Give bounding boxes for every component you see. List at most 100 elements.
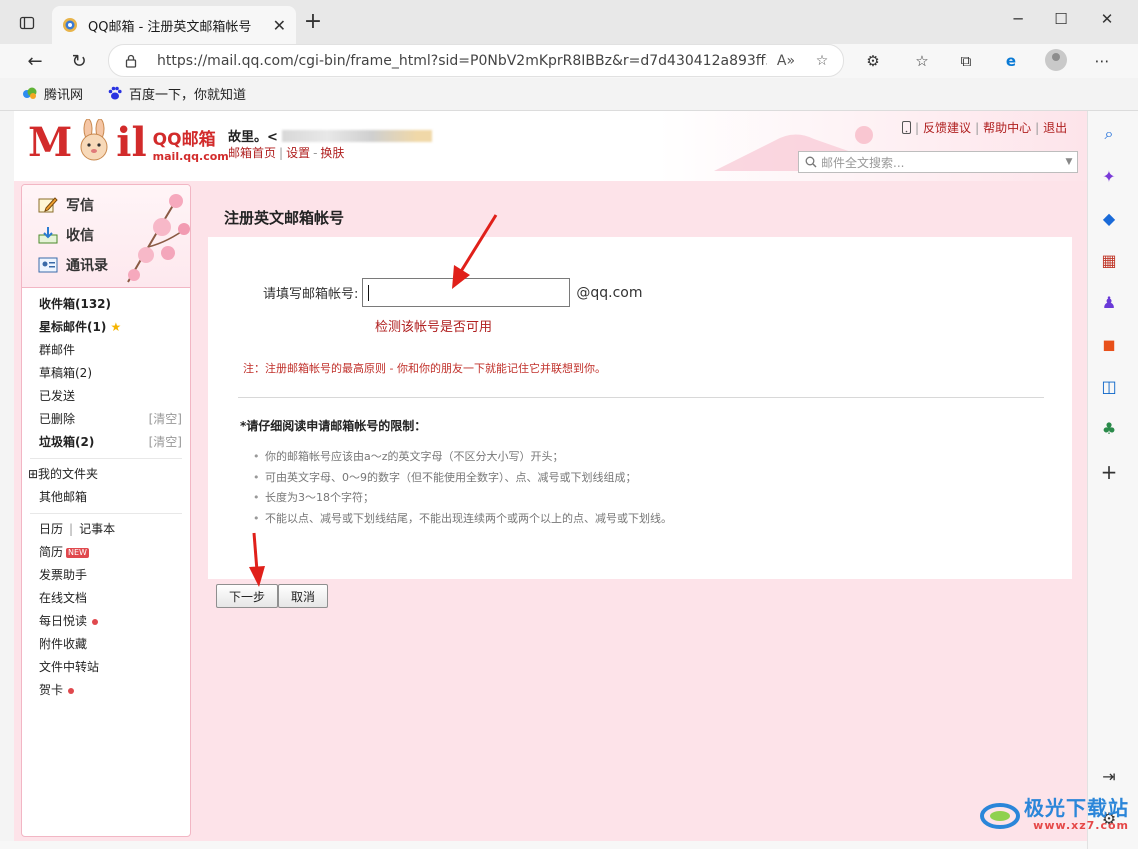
rule-item: 长度为3～18个字符； — [251, 488, 672, 509]
back-icon[interactable]: ← — [22, 48, 48, 74]
lock-icon — [125, 54, 137, 68]
compose-icon — [38, 197, 58, 213]
minimize-icon[interactable]: ─ — [1006, 10, 1030, 34]
new-badge: NEW — [66, 547, 89, 558]
new-tab-icon[interactable]: + — [302, 11, 324, 34]
address-bar[interactable]: https://mail.qq.com/cgi-bin/frame_html?s… — [108, 44, 844, 77]
contacts-button[interactable]: 通讯录 — [38, 255, 108, 275]
account-input[interactable] — [362, 278, 571, 307]
refresh-icon[interactable]: ↻ — [66, 48, 92, 74]
collections-icon[interactable]: ⧉ — [955, 50, 977, 72]
profile-avatar[interactable] — [1045, 49, 1067, 71]
link-feedback[interactable]: 反馈建议 — [923, 119, 971, 136]
nav-drafts[interactable]: 草稿箱(2) — [22, 362, 190, 385]
browser-chrome: QQ邮箱 - 注册英文邮箱帐号 ✕ + ─ ☐ ✕ ← ↻ https://ma… — [0, 0, 1138, 111]
qqmail-logo[interactable]: M il QQ邮箱 mail.qq.com — [28, 119, 229, 163]
nav-inbox[interactable]: 收件箱(132) — [22, 293, 190, 316]
tab-strip: QQ邮箱 - 注册英文邮箱帐号 ✕ + ─ ☐ ✕ — [0, 0, 1138, 44]
copilot-sparkle-icon[interactable]: ✦ — [1098, 165, 1120, 187]
tab-actions-icon[interactable] — [16, 12, 38, 34]
rules-title: *请仔细阅读申请邮箱帐号的限制： — [240, 419, 427, 433]
tab-title: QQ邮箱 - 注册英文邮箱帐号 — [88, 19, 252, 35]
nav-resume[interactable]: 简历 NEW — [22, 541, 190, 564]
account-label: 请填写邮箱帐号: — [263, 287, 359, 302]
favorite-baidu[interactable]: 百度一下，你就知道 — [107, 84, 246, 103]
mobile-phone-icon[interactable] — [902, 121, 911, 134]
site-watermark: 极光下载站 www.xz7.com — [980, 796, 1129, 832]
search-icon[interactable]: ⌕ — [1098, 123, 1120, 145]
favorites-bar: 腾讯网 百度一下，你就知道 — [0, 80, 1138, 106]
watermark-logo-icon — [980, 803, 1020, 829]
outlook-icon[interactable]: ◫ — [1098, 375, 1120, 397]
tab-close-icon[interactable]: ✕ — [273, 16, 286, 35]
mail-search-box[interactable]: 邮件全文搜索... ▼ — [798, 151, 1078, 173]
nav-file-transfer[interactable]: 文件中转站 — [22, 656, 190, 679]
rules-list: 你的邮箱帐号应该由a～z的英文字母（不区分大小写）开头； 可由英文字母、0～9的… — [251, 447, 672, 529]
office-icon[interactable]: ◼ — [1098, 333, 1120, 355]
receive-button[interactable]: 收信 — [38, 225, 94, 245]
add-sidebar-app-icon[interactable]: + — [1098, 460, 1120, 484]
nav-sent[interactable]: 已发送 — [22, 385, 190, 408]
nav-group-mail[interactable]: 群邮件 — [22, 339, 190, 362]
link-settings[interactable]: 设置 — [286, 146, 310, 160]
tools-briefcase-icon[interactable]: ▦ — [1098, 249, 1120, 271]
games-icon[interactable]: ♟ — [1098, 291, 1120, 313]
next-step-button[interactable]: 下一步 — [216, 584, 278, 608]
nav-attachments[interactable]: 附件收藏 — [22, 633, 190, 656]
search-placeholder: 邮件全文搜索... — [821, 155, 905, 170]
nav-divider — [30, 458, 182, 459]
search-icon — [805, 156, 817, 168]
link-mail-home[interactable]: 邮箱首页 — [228, 146, 276, 160]
ie-mode-icon[interactable]: e — [1000, 50, 1022, 72]
url-text: https://mail.qq.com/cgi-bin/frame_html?s… — [157, 52, 767, 69]
read-aloud-icon[interactable]: A» — [776, 51, 796, 71]
nav-other-mailboxes[interactable]: 其他邮箱 — [22, 486, 190, 509]
favorite-label: 腾讯网 — [44, 87, 84, 103]
search-dropdown-icon[interactable]: ▼ — [1061, 157, 1077, 167]
tencent-icon — [23, 87, 37, 99]
register-panel: 注册英文邮箱帐号 请填写邮箱帐号: @qq.com 检测该帐号是否可用 注：注册… — [204, 195, 1076, 616]
brand-domain: mail.qq.com — [152, 150, 229, 163]
nav-starred[interactable]: 星标邮件(1) ★ — [22, 316, 190, 339]
tree-icon[interactable]: ♣ — [1098, 417, 1120, 439]
favorite-tencent[interactable]: 腾讯网 — [22, 84, 83, 103]
clear-deleted-link[interactable]: [清空] — [149, 408, 182, 431]
nav-my-folders[interactable]: ⊞我的文件夹 — [22, 463, 190, 486]
qqmail-page: M il QQ邮箱 mail.qq.com 故里。< 邮箱首页 | 设置 - 换肤 — [14, 111, 1087, 841]
shopping-tag-icon[interactable]: ◆ — [1098, 207, 1120, 229]
unread-dot — [68, 687, 75, 694]
check-availability-link[interactable]: 检测该帐号是否可用 — [375, 316, 492, 335]
rule-item: 不能以点、减号或下划线结尾，不能出现连续两个或两个以上的点、减号或下划线。 — [251, 509, 672, 530]
nav-greeting-cards[interactable]: 贺卡 — [22, 679, 190, 702]
nav-invoice[interactable]: 发票助手 — [22, 564, 190, 587]
brand-block: QQ邮箱 mail.qq.com — [153, 130, 229, 163]
header-sublinks: 邮箱首页 | 设置 - 换肤 — [228, 146, 345, 160]
hide-sidebar-icon[interactable]: ⇥ — [1098, 765, 1120, 787]
left-nav: 写信 收信 通讯录 收件箱(132) 星标邮件(1) ★ 群邮件 草稿箱(2) … — [21, 184, 191, 837]
background-window-strip — [0, 111, 14, 849]
link-skin[interactable]: 换肤 — [320, 146, 344, 160]
watermark-name: 极光下载站 — [1024, 795, 1129, 820]
link-logout[interactable]: 退出 — [1043, 119, 1067, 136]
nav-calendar-notes: 日历 | 记事本 — [39, 522, 116, 536]
nav-daily-read[interactable]: 每日悦读 — [22, 610, 190, 633]
extensions-icon[interactable]: ⚙ — [862, 50, 884, 72]
compose-button[interactable]: 写信 — [38, 195, 94, 215]
cancel-button[interactable]: 取消 — [278, 584, 328, 608]
tab-active[interactable]: QQ邮箱 - 注册英文邮箱帐号 ✕ — [52, 6, 296, 44]
add-favorite-icon[interactable]: ☆ — [812, 51, 832, 71]
nav-spam[interactable]: 垃圾箱(2) [清空] — [22, 431, 190, 454]
nav-online-docs[interactable]: 在线文档 — [22, 587, 190, 610]
link-help[interactable]: 帮助中心 — [983, 119, 1031, 136]
nav-calendar[interactable]: 日历 — [39, 522, 63, 536]
clear-spam-link[interactable]: [清空] — [149, 431, 182, 454]
more-menu-icon[interactable]: ⋯ — [1091, 50, 1113, 72]
nav-deleted[interactable]: 已删除 [清空] — [22, 408, 190, 431]
background-window-strip — [0, 841, 1087, 849]
window-close-icon[interactable]: ✕ — [1095, 10, 1119, 34]
domain-suffix: @qq.com — [576, 284, 643, 301]
user-name: 故里。< — [228, 130, 278, 145]
nav-notes[interactable]: 记事本 — [79, 522, 115, 536]
maximize-icon[interactable]: ☐ — [1049, 10, 1073, 34]
favorites-icon[interactable]: ☆ — [911, 50, 933, 72]
